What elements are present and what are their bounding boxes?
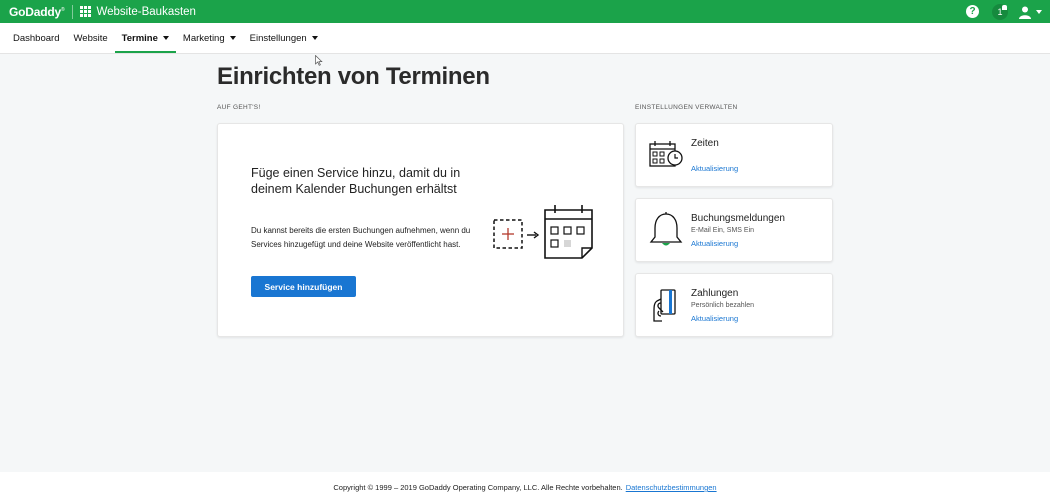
chevron-down-icon [162,36,169,40]
nav-termine[interactable]: Termine [114,23,177,53]
nav-label: Marketing [182,32,225,44]
section-label-start: AUF GEHT'S! [217,104,261,111]
help-icon[interactable]: ? [966,5,979,18]
bell-icon [649,212,683,246]
user-icon[interactable] [1018,5,1032,19]
chevron-down-icon [229,36,236,40]
settings-card-notifications: Buchungsmeldungen E-Mail Ein, SMS Ein Ak… [635,198,833,262]
payments-update-link[interactable]: Aktualisierung [691,314,738,323]
nav-marketing[interactable]: Marketing [176,23,243,53]
nav-label: Termine [121,32,158,44]
product-name[interactable]: Website-Baukasten [96,6,196,18]
nav-label: Website [73,32,108,44]
add-to-calendar-icon [493,205,593,259]
card-hand-icon [653,289,676,322]
chevron-down-icon[interactable] [1036,9,1042,14]
footer: Copyright © 1999 – 2019 GoDaddy Operatin… [0,472,1050,503]
divider [72,4,74,19]
settings-subtitle: E-Mail Ein, SMS Ein [691,227,755,234]
card-description: Du kannst bereits die ersten Buchungen a… [251,226,471,249]
nav-label: Dashboard [13,32,60,44]
nav-label: Einstellungen [249,32,307,44]
main-nav: Dashboard Website Termine Marketing Eins… [0,23,1050,54]
add-service-button[interactable]: Service hinzufügen [251,276,356,297]
top-bar: GoDaddy® Website-Baukasten ? 1 [0,0,1050,23]
settings-title: Buchungsmeldungen [691,213,785,224]
times-update-link[interactable]: Aktualisierung [691,164,738,173]
chevron-down-icon [311,36,318,40]
section-label-settings: EINSTELLUNGEN VERWALTEN [635,104,738,111]
settings-title: Zeiten [691,138,719,149]
nav-website[interactable]: Website [66,23,114,53]
settings-card-times: Zeiten Aktualisierung [635,123,833,187]
notifications-update-link[interactable]: Aktualisierung [691,239,738,248]
calendar-clock-icon [649,141,683,167]
bell-icon [1002,4,1007,10]
settings-title: Zahlungen [691,288,739,299]
godaddy-logo[interactable]: GoDaddy® [9,5,65,19]
settings-card-payments: Zahlungen Persönlich bezahlen Aktualisie… [635,273,833,337]
card-title: Füge einen Service hinzu, damit du in de… [251,166,461,196]
page-title: Einrichten von Terminen [217,63,490,90]
nav-einstellungen[interactable]: Einstellungen [243,23,325,53]
copyright-text: Copyright © 1999 – 2019 GoDaddy Operatin… [333,483,623,492]
settings-subtitle: Persönlich bezahlen [691,302,755,309]
privacy-link[interactable]: Datenschutzbestimmungen [626,483,717,492]
add-service-card: Füge einen Service hinzu, damit du in de… [217,123,624,337]
nav-dashboard[interactable]: Dashboard [0,23,66,53]
apps-grid-icon[interactable] [80,6,92,17]
notification-button[interactable]: 1 [992,3,1008,20]
